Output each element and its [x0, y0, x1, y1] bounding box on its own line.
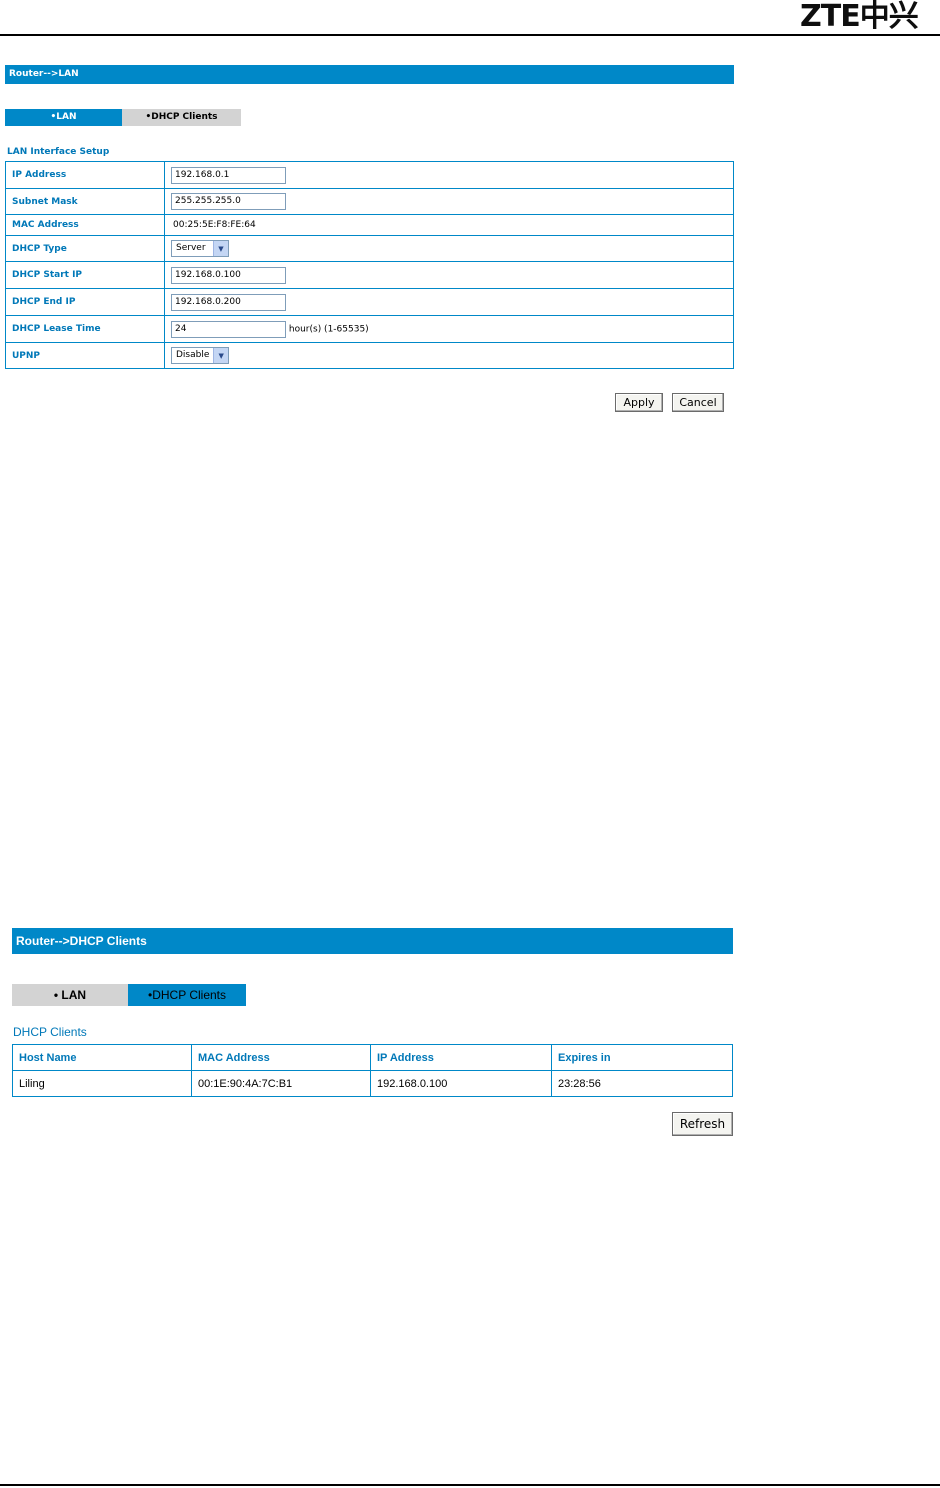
- dhcp-section-title: DHCP Clients: [13, 1025, 87, 1039]
- dhcp-lease-time-hint: hour(s) (1-65535): [288, 324, 369, 334]
- upnp-select[interactable]: Disable ▼: [171, 347, 229, 364]
- tab-lan[interactable]: •LAN: [5, 109, 122, 126]
- row-dhcp-type: DHCP Type Server ▼: [5, 235, 734, 262]
- upnp-label: UPNP: [5, 342, 165, 369]
- zte-logo: ZTE中兴: [800, 0, 919, 34]
- table-header-row: Host Name MAC Address IP Address Expires…: [12, 1044, 733, 1071]
- dhcp-end-ip-label: DHCP End IP: [5, 288, 165, 316]
- dhcp-start-ip-label: DHCP Start IP: [5, 261, 165, 289]
- dhcp-end-ip-input[interactable]: 192.168.0.200: [171, 293, 286, 311]
- cell-expires-in: 23:28:56: [551, 1070, 733, 1097]
- section-title: LAN Interface Setup: [7, 147, 110, 157]
- dhcp-page-title: Router-->DHCP Clients: [16, 934, 147, 948]
- chevron-down-icon: ▼: [213, 348, 228, 363]
- cell-mac-address: 00:1E:90:4A:7C:B1: [191, 1070, 371, 1097]
- row-upnp: UPNP Disable ▼: [5, 342, 734, 369]
- row-dhcp-start-ip: DHCP Start IP 192.168.0.100: [5, 261, 734, 289]
- upnp-value: Disable: [176, 350, 210, 360]
- tab-dhcp-clients-2[interactable]: •DHCP Clients: [128, 984, 246, 1006]
- row-dhcp-lease-time: DHCP Lease Time 24 hour(s) (1-65535): [5, 315, 734, 343]
- dhcp-type-select[interactable]: Server ▼: [171, 240, 229, 257]
- cancel-button[interactable]: Cancel: [672, 393, 724, 412]
- footer-rule: [0, 1484, 940, 1486]
- dhcp-start-ip-input[interactable]: 192.168.0.100: [171, 266, 286, 284]
- mac-address-label: MAC Address: [5, 214, 165, 236]
- page-title: Router-->LAN: [9, 69, 79, 79]
- refresh-button[interactable]: Refresh: [672, 1112, 733, 1136]
- header-rule: [0, 34, 940, 36]
- chevron-down-icon: ▼: [213, 241, 228, 256]
- mac-address-value: 00:25:5E:F8:FE:64: [173, 220, 256, 230]
- dhcp-type-value: Server: [176, 243, 206, 253]
- table-row: Liling 00:1E:90:4A:7C:B1 192.168.0.100 2…: [12, 1070, 733, 1097]
- col-host-name: Host Name: [12, 1044, 192, 1071]
- row-subnet-mask: Subnet Mask 255.255.255.0: [5, 188, 734, 215]
- cell-host-name: Liling: [12, 1070, 192, 1097]
- col-expires-in: Expires in: [551, 1044, 733, 1071]
- ip-address-input[interactable]: 192.168.0.1: [171, 166, 286, 184]
- dhcp-lease-time-input[interactable]: 24: [171, 320, 286, 338]
- ip-address-label: IP Address: [5, 161, 165, 189]
- row-mac-address: MAC Address 00:25:5E:F8:FE:64: [5, 214, 734, 236]
- apply-button[interactable]: Apply: [615, 393, 663, 412]
- page-title-bar: Router-->LAN: [5, 65, 734, 84]
- dhcp-page-title-bar: Router-->DHCP Clients: [12, 928, 733, 954]
- tab-dhcp-clients[interactable]: •DHCP Clients: [122, 109, 241, 126]
- dhcp-clients-table: Host Name MAC Address IP Address Expires…: [12, 1044, 733, 1097]
- dhcp-type-label: DHCP Type: [5, 235, 165, 262]
- subnet-mask-input[interactable]: 255.255.255.0: [171, 193, 286, 210]
- col-mac-address: MAC Address: [191, 1044, 371, 1071]
- row-ip-address: IP Address 192.168.0.1: [5, 161, 734, 189]
- col-ip-address: IP Address: [370, 1044, 552, 1071]
- lan-form-table: IP Address 192.168.0.1 Subnet Mask 255.2…: [5, 161, 734, 369]
- tab-lan-2[interactable]: • LAN: [12, 984, 128, 1006]
- row-dhcp-end-ip: DHCP End IP 192.168.0.200: [5, 288, 734, 316]
- cell-ip-address: 192.168.0.100: [370, 1070, 552, 1097]
- dhcp-lease-time-label: DHCP Lease Time: [5, 315, 165, 343]
- subnet-mask-label: Subnet Mask: [5, 188, 165, 215]
